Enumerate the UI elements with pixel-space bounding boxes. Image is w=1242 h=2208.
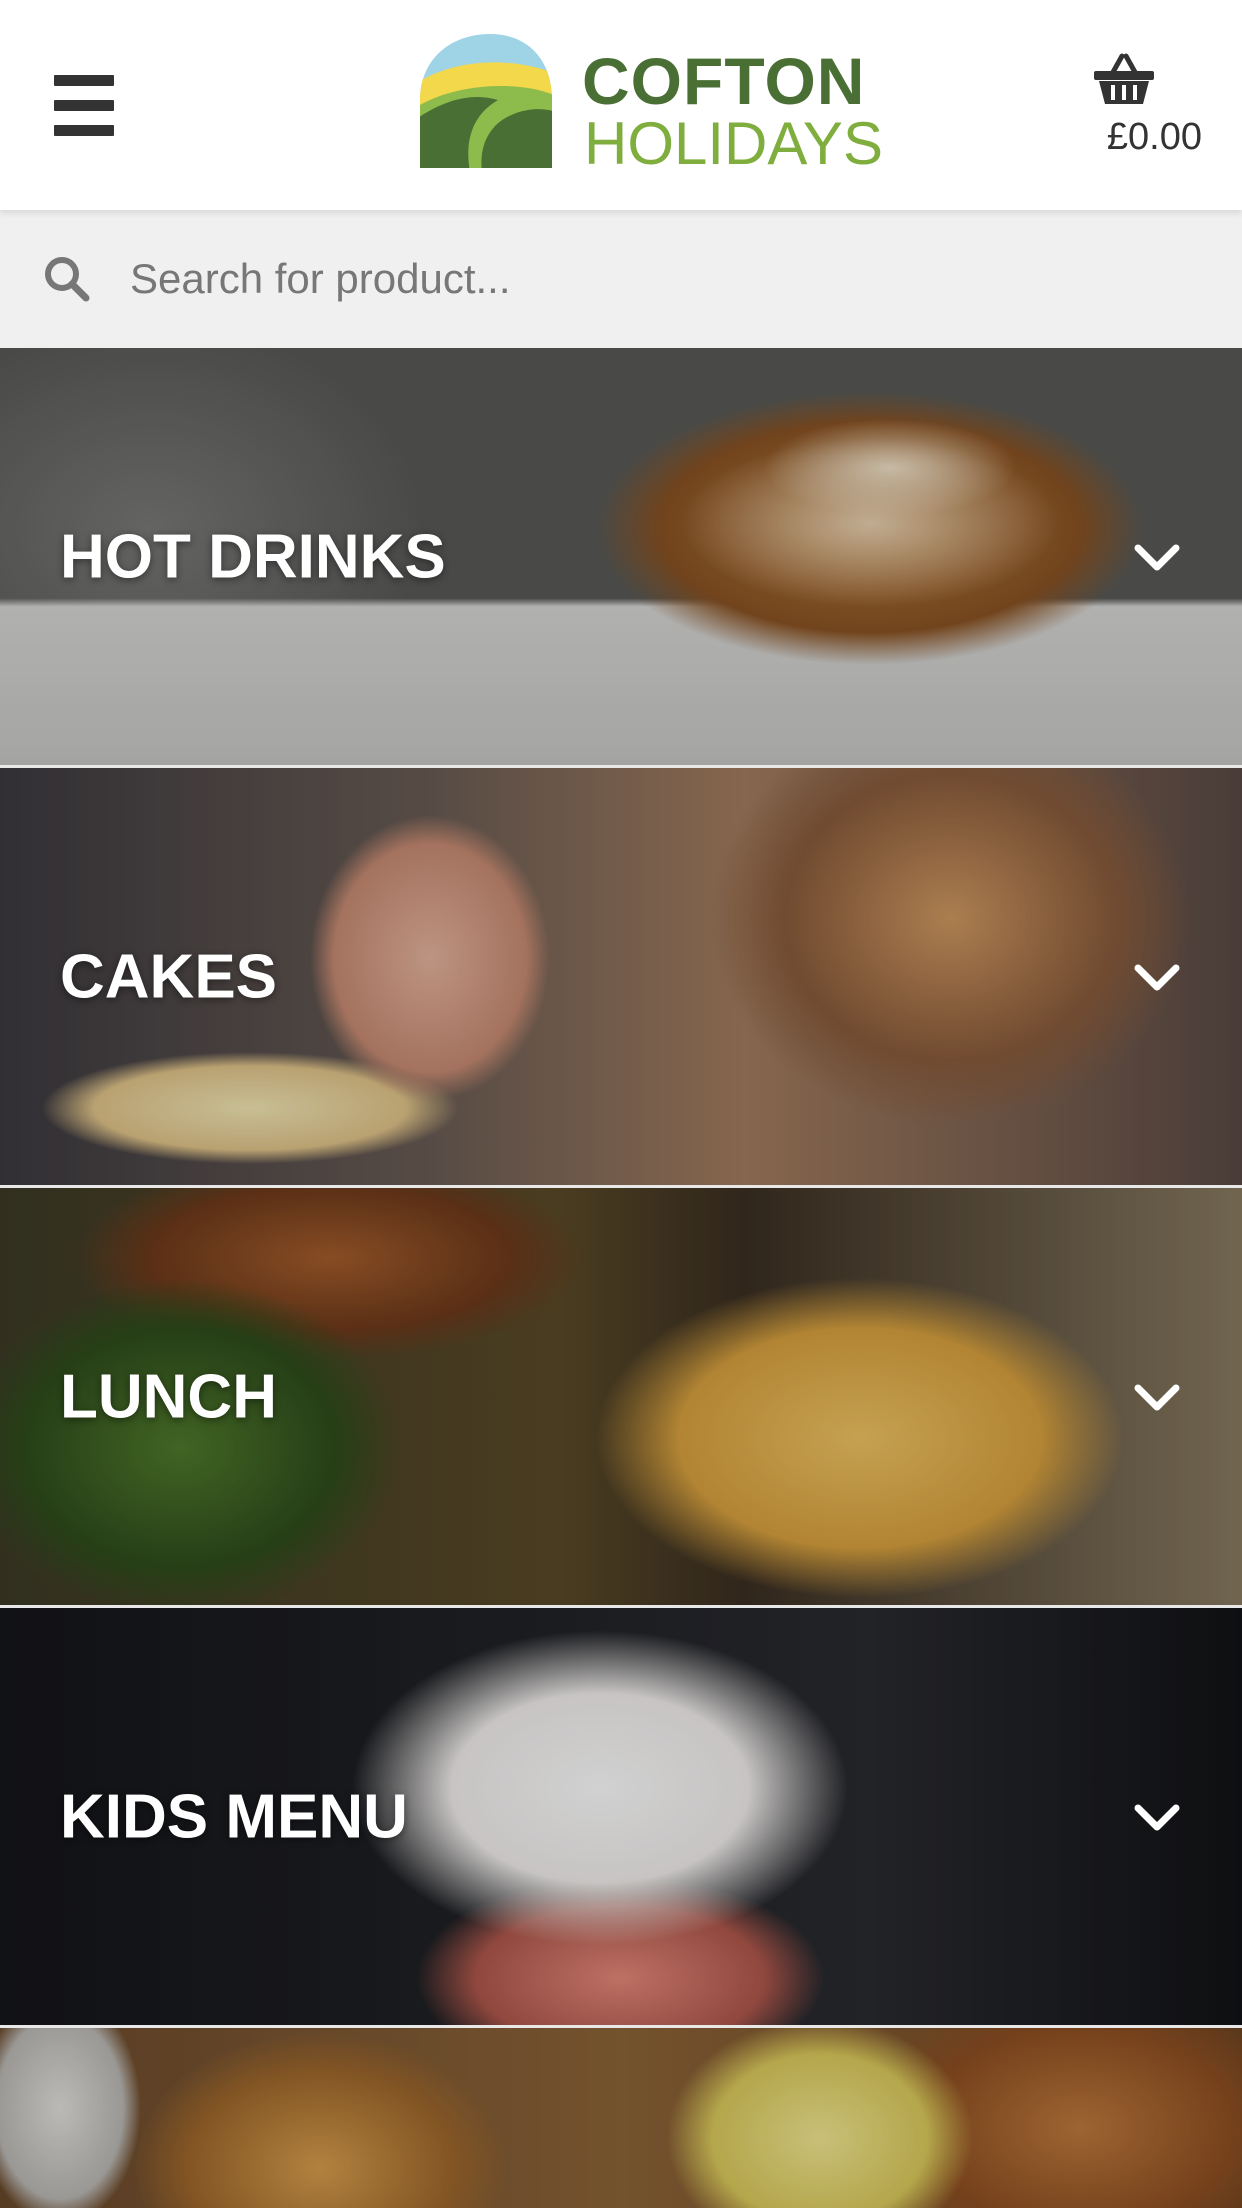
search-input[interactable] [130,240,1210,318]
logo-title-line-1: COFTON [582,44,866,118]
chevron-down-icon[interactable] [1132,1800,1182,1834]
category-hot-drinks[interactable]: HOT DRINKS [0,348,1242,768]
category-partial[interactable] [0,2028,1242,2208]
chevron-down-icon[interactable] [1132,960,1182,994]
category-label: LUNCH [60,1362,277,1431]
category-list: HOT DRINKS CAKES LUNCH KIDS MENU [0,348,1242,2208]
hamburger-menu-icon-bar [54,125,114,136]
category-cakes[interactable]: CAKES [0,768,1242,1188]
cart-total: £0.00 [1106,116,1202,158]
category-lunch[interactable]: LUNCH [0,1188,1242,1608]
hamburger-menu-icon-bar [54,100,114,111]
cofton-holidays-logo[interactable]: COFTON HOLIDAYS [412,30,883,174]
hamburger-menu-button[interactable] [40,60,130,150]
category-kids-menu[interactable]: KIDS MENU [0,1608,1242,2028]
chevron-down-icon[interactable] [1132,540,1182,574]
category-label: CAKES [60,942,278,1011]
category-label: KIDS MENU [60,1782,408,1851]
category-overlay [0,2028,1242,2208]
chevron-down-icon[interactable] [1132,1380,1182,1414]
cart-button[interactable]: £0.00 [1042,48,1202,168]
category-label: HOT DRINKS [60,522,446,591]
cofton-logo-mark-icon [420,34,552,168]
basket-icon [1094,53,1154,104]
app-header: COFTON HOLIDAYS £0.00 [0,0,1242,210]
search-bar [0,210,1242,348]
search-icon [45,257,90,302]
logo-title-line-2: HOLIDAYS [584,110,883,177]
hamburger-menu-icon-bar [54,75,114,86]
